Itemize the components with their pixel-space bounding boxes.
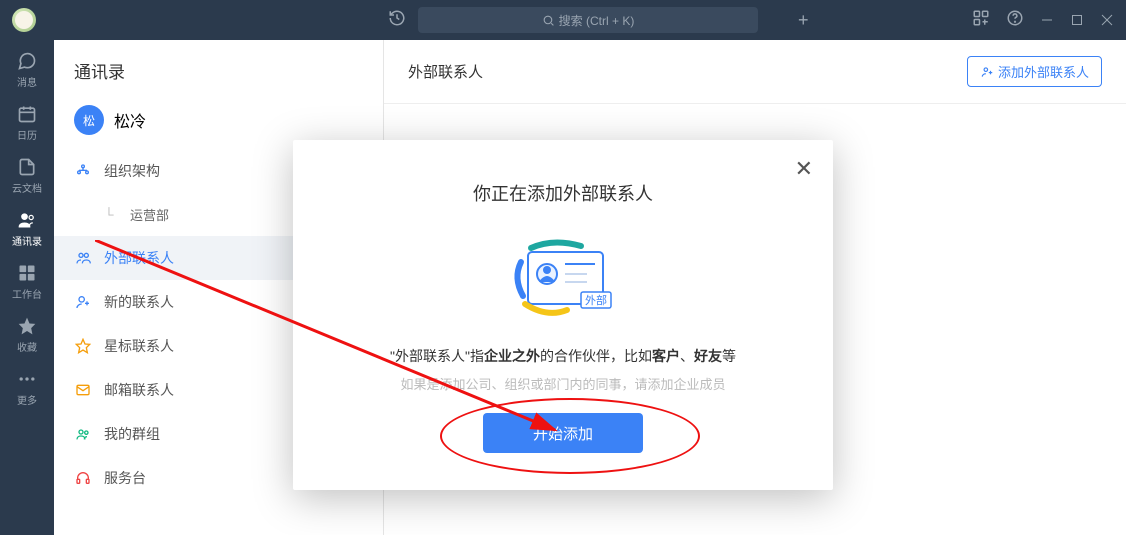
- close-icon[interactable]: ✕: [795, 156, 813, 182]
- org-icon: [74, 162, 92, 180]
- svg-text:外部: 外部: [585, 293, 607, 307]
- external-contact-icon: [74, 249, 92, 267]
- search-icon: [542, 14, 555, 27]
- calendar-icon: [16, 103, 38, 125]
- close-icon[interactable]: [1100, 13, 1114, 27]
- app-store-icon[interactable]: [972, 9, 990, 32]
- nav-item-label: 消息: [17, 74, 37, 89]
- nav-item-label: 收藏: [17, 339, 37, 354]
- plus-icon[interactable]: +: [798, 10, 809, 31]
- grid-icon: [16, 262, 38, 284]
- history-icon[interactable]: [388, 9, 406, 32]
- nav-favorites[interactable]: 收藏: [7, 315, 47, 354]
- group-icon: [74, 425, 92, 443]
- add-user-icon: [980, 65, 994, 79]
- maximize-icon[interactable]: [1070, 13, 1084, 27]
- nav-rail: 消息 日历 云文档 通讯录 工作台 收藏 更多: [0, 40, 54, 535]
- sidebar-item-label: 新的联系人: [104, 292, 174, 312]
- nav-item-label: 工作台: [12, 286, 42, 301]
- user-avatar[interactable]: [12, 8, 36, 32]
- search-input[interactable]: 搜索 (Ctrl + K): [418, 7, 758, 33]
- nav-item-label: 更多: [17, 392, 37, 407]
- nav-item-label: 日历: [17, 127, 37, 142]
- start-add-button[interactable]: 开始添加: [483, 413, 643, 453]
- titlebar: 搜索 (Ctrl + K) +: [0, 0, 1126, 40]
- sidebar-item-label: 外部联系人: [104, 248, 174, 268]
- nav-item-label: 通讯录: [12, 233, 42, 248]
- page-title: 外部联系人: [408, 61, 483, 82]
- sidebar-item-label: 我的群组: [104, 424, 160, 444]
- sidebar-item-label: 邮箱联系人: [104, 380, 174, 400]
- user-name: 松冷: [114, 108, 146, 132]
- add-external-contact-modal: ✕ 你正在添加外部联系人 外部 "外部联系人"指企业之外的合作伙伴，比如客户、好…: [293, 140, 833, 490]
- modal-subdescription: 如果是添加公司、组织或部门内的同事，请添加企业成员: [293, 374, 833, 393]
- contacts-icon: [16, 209, 38, 231]
- sidebar-title: 通讯录: [54, 40, 383, 97]
- modal-description: "外部联系人"指企业之外的合作伙伴，比如客户、好友等: [293, 346, 833, 366]
- minimize-icon[interactable]: [1040, 13, 1054, 27]
- external-contact-illustration: 外部: [503, 234, 623, 324]
- sidebar-item-label: 服务台: [104, 468, 146, 488]
- mail-icon: [74, 381, 92, 399]
- sidebar-item-label: 运营部: [130, 205, 169, 224]
- nav-item-label: 云文档: [12, 180, 42, 195]
- nav-calendar[interactable]: 日历: [7, 103, 47, 142]
- button-label: 添加外部联系人: [998, 62, 1089, 81]
- nav-workbench[interactable]: 工作台: [7, 262, 47, 301]
- star-icon: [16, 315, 38, 337]
- modal-title: 你正在添加外部联系人: [293, 180, 833, 206]
- docs-icon: [16, 156, 38, 178]
- search-placeholder: 搜索 (Ctrl + K): [559, 12, 635, 29]
- avatar: 松: [74, 105, 104, 135]
- nav-docs[interactable]: 云文档: [7, 156, 47, 195]
- nav-more[interactable]: 更多: [7, 368, 47, 407]
- nav-contacts[interactable]: 通讯录: [7, 209, 47, 248]
- more-icon: [16, 368, 38, 390]
- sidebar-item-label: 星标联系人: [104, 336, 174, 356]
- add-user-icon: [74, 293, 92, 311]
- chat-icon: [16, 50, 38, 72]
- add-external-contact-button[interactable]: 添加外部联系人: [967, 56, 1102, 87]
- nav-messages[interactable]: 消息: [7, 50, 47, 89]
- sidebar-item-label: 组织架构: [104, 161, 160, 181]
- headset-icon: [74, 469, 92, 487]
- tree-icon: └: [100, 206, 118, 224]
- help-icon[interactable]: [1006, 9, 1024, 32]
- star-icon: [74, 337, 92, 355]
